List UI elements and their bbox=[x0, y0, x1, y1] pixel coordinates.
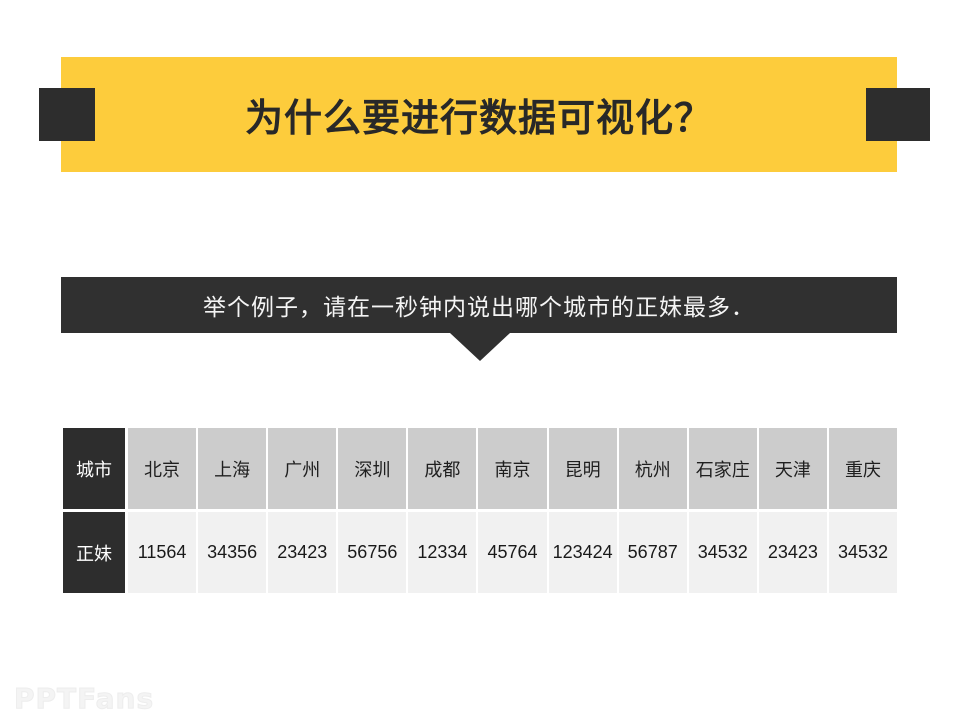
table-row: 正妹 11564 34356 23423 56756 12334 45764 1… bbox=[63, 512, 898, 593]
table-header-cell: 昆明 bbox=[548, 428, 617, 509]
table-value-cell: 56756 bbox=[338, 512, 407, 593]
table-value-cell: 11564 bbox=[128, 512, 197, 593]
table-header-cell: 重庆 bbox=[828, 428, 898, 509]
callout-pointer-triangle bbox=[450, 333, 510, 361]
slide-canvas: 为什么要进行数据可视化？ 举个例子，请在一秒钟内说出哪个城市的正妹最多． 城市 … bbox=[0, 0, 960, 720]
table-header-cell: 深圳 bbox=[338, 428, 407, 509]
table-value-cell: 12334 bbox=[408, 512, 477, 593]
title-banner-group: 为什么要进行数据可视化？ bbox=[0, 0, 960, 200]
table-value-cell: 123424 bbox=[548, 512, 617, 593]
table-value-cell: 56787 bbox=[618, 512, 687, 593]
table-header-cell: 南京 bbox=[478, 428, 547, 509]
table-value-cell: 45764 bbox=[478, 512, 547, 593]
table-value-cell: 34532 bbox=[688, 512, 757, 593]
table-value-cell: 23423 bbox=[758, 512, 827, 593]
subtitle-callout: 举个例子，请在一秒钟内说出哪个城市的正妹最多． bbox=[61, 277, 897, 333]
table-value-cell: 34532 bbox=[828, 512, 898, 593]
table-row: 城市 北京 上海 广州 深圳 成都 南京 昆明 杭州 石家庄 天津 重庆 bbox=[63, 428, 898, 509]
table-header-cell: 天津 bbox=[758, 428, 827, 509]
table-row-label-city: 城市 bbox=[63, 428, 125, 509]
table-value-cell: 34356 bbox=[198, 512, 267, 593]
page-title: 为什么要进行数据可视化？ bbox=[244, 96, 713, 140]
table-header-cell: 成都 bbox=[408, 428, 477, 509]
table-row-label-value: 正妹 bbox=[63, 512, 125, 593]
table-header-cell: 广州 bbox=[268, 428, 337, 509]
table-header-cell: 杭州 bbox=[618, 428, 687, 509]
watermark-logo: PPTFans bbox=[13, 682, 155, 716]
data-table: 城市 北京 上海 广州 深圳 成都 南京 昆明 杭州 石家庄 天津 重庆 正妹 … bbox=[63, 428, 898, 593]
table-header-cell: 北京 bbox=[128, 428, 197, 509]
table-value-cell: 23423 bbox=[268, 512, 337, 593]
subtitle-text: 举个例子，请在一秒钟内说出哪个城市的正妹最多． bbox=[203, 294, 755, 320]
table-header-cell: 石家庄 bbox=[688, 428, 757, 509]
table-header-cell: 上海 bbox=[198, 428, 267, 509]
